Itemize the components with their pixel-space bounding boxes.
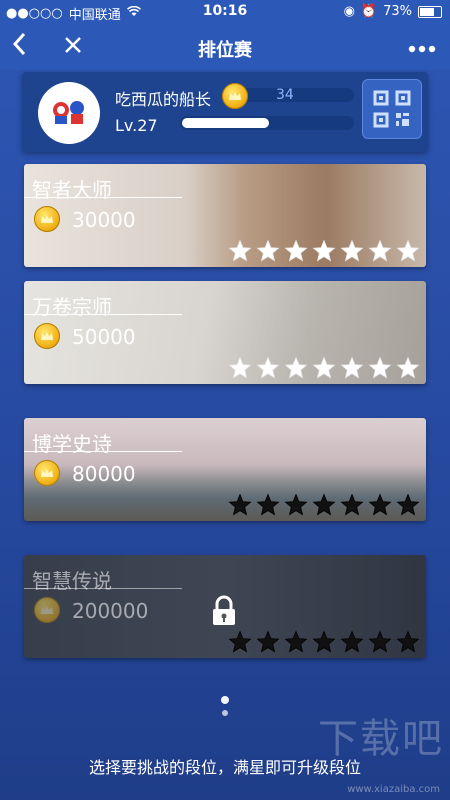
player-name: 吃西瓜的船长 bbox=[115, 90, 212, 109]
coin-count: 34 bbox=[276, 87, 294, 103]
star-filled-icon bbox=[368, 356, 392, 379]
rank-card[interactable]: 智慧传说 200000 bbox=[24, 555, 426, 658]
coin-icon bbox=[34, 206, 60, 232]
star-filled-icon bbox=[312, 356, 336, 379]
coin-icon bbox=[34, 597, 60, 623]
player-level: Lv.27 bbox=[115, 116, 158, 135]
exp-progress-bar bbox=[180, 116, 354, 130]
star-empty-icon bbox=[256, 630, 280, 653]
star-empty-icon bbox=[396, 630, 420, 653]
star-rating bbox=[228, 239, 420, 263]
star-empty-icon bbox=[312, 493, 336, 516]
battery-icon bbox=[418, 5, 442, 18]
rank-name: 智者大师 bbox=[32, 178, 112, 202]
star-empty-icon bbox=[396, 493, 420, 516]
star-filled-icon bbox=[340, 239, 364, 262]
rank-entry-cost: 200000 bbox=[72, 599, 149, 623]
rank-underline bbox=[24, 588, 182, 589]
watermark: 下载吧 bbox=[318, 716, 444, 762]
star-empty-icon bbox=[368, 493, 392, 516]
rank-underline bbox=[24, 197, 182, 198]
rank-name: 智慧传说 bbox=[32, 569, 112, 593]
star-empty-icon bbox=[284, 630, 308, 653]
star-rating bbox=[228, 630, 420, 654]
star-filled-icon bbox=[368, 239, 392, 262]
scroll-up-indicator bbox=[222, 710, 228, 716]
rank-card[interactable]: 博学史诗 80000 bbox=[24, 418, 426, 521]
qr-code-icon bbox=[373, 90, 411, 128]
nav-bar: 排位赛 bbox=[0, 24, 450, 70]
page-title: 排位赛 bbox=[198, 40, 252, 61]
qr-code-button[interactable] bbox=[362, 79, 422, 139]
coin-balance: 34 bbox=[222, 83, 354, 109]
rank-name: 博学史诗 bbox=[32, 432, 112, 456]
star-filled-icon bbox=[312, 239, 336, 262]
lock-icon bbox=[210, 595, 238, 631]
orientation-lock-icon: ◉ bbox=[343, 4, 355, 19]
star-filled-icon bbox=[256, 239, 280, 262]
exp-progress-fill bbox=[182, 118, 269, 128]
star-filled-icon bbox=[284, 239, 308, 262]
star-rating bbox=[228, 493, 420, 517]
star-filled-icon bbox=[228, 356, 252, 379]
star-filled-icon bbox=[396, 239, 420, 262]
rank-entry-cost: 50000 bbox=[72, 325, 136, 349]
profile-card: 吃西瓜的船长 Lv.27 34 bbox=[22, 72, 428, 152]
more-menu-button[interactable] bbox=[408, 34, 436, 59]
star-filled-icon bbox=[256, 356, 280, 379]
rank-entry-cost: 30000 bbox=[72, 208, 136, 232]
star-empty-icon bbox=[340, 493, 364, 516]
star-rating bbox=[228, 356, 420, 380]
rank-name: 万卷宗师 bbox=[32, 295, 112, 319]
status-bar: ●●○○○ 中国联通 10:16 ◉ ⏰ 73% bbox=[0, 0, 450, 24]
coin-icon bbox=[222, 83, 248, 109]
coin-icon bbox=[34, 323, 60, 349]
battery-percent: 73% bbox=[383, 4, 412, 19]
star-empty-icon bbox=[368, 630, 392, 653]
coin-icon bbox=[34, 460, 60, 486]
rank-underline bbox=[24, 314, 182, 315]
star-filled-icon bbox=[228, 239, 252, 262]
star-empty-icon bbox=[284, 493, 308, 516]
rank-card[interactable]: 万卷宗师 50000 bbox=[24, 281, 426, 384]
star-filled-icon bbox=[284, 356, 308, 379]
star-empty-icon bbox=[256, 493, 280, 516]
star-empty-icon bbox=[228, 493, 252, 516]
star-filled-icon bbox=[396, 356, 420, 379]
rank-entry-cost: 80000 bbox=[72, 462, 136, 486]
star-filled-icon bbox=[340, 356, 364, 379]
star-empty-icon bbox=[340, 630, 364, 653]
avatar[interactable] bbox=[38, 82, 100, 144]
rank-card[interactable]: 智者大师 30000 bbox=[24, 164, 426, 267]
page-dot-active bbox=[221, 696, 229, 704]
star-empty-icon bbox=[312, 630, 336, 653]
watermark-url: www.xiazaiba.com bbox=[347, 784, 440, 795]
rank-underline bbox=[24, 451, 182, 452]
star-empty-icon bbox=[228, 630, 252, 653]
avatar-icon bbox=[53, 101, 84, 124]
alarm-icon: ⏰ bbox=[360, 4, 378, 19]
